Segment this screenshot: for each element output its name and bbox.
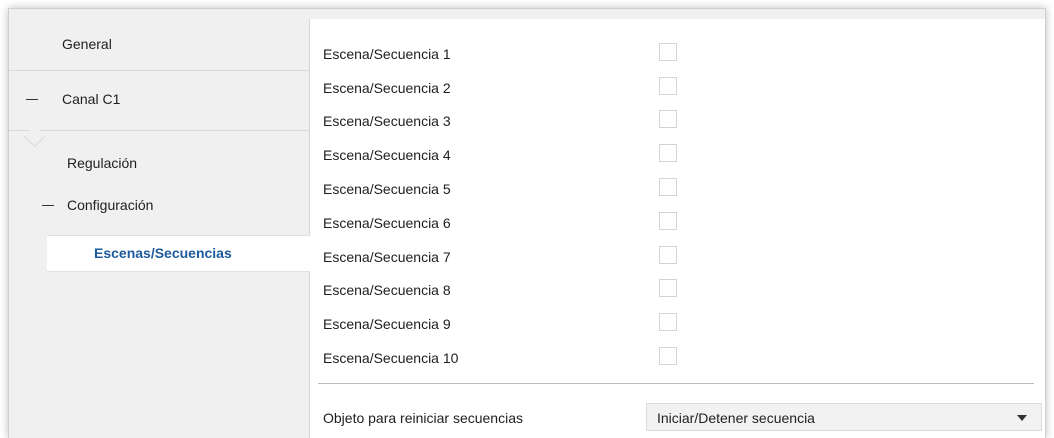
scene-row: Escena/Secuencia 5 — [323, 178, 1023, 202]
scene-checkbox[interactable] — [659, 43, 677, 61]
scene-label: Escena/Secuencia 10 — [323, 350, 459, 366]
scene-checkbox[interactable] — [659, 347, 677, 365]
scene-row: Escena/Secuencia 7 — [323, 246, 1023, 270]
scene-checkbox[interactable] — [659, 279, 677, 297]
sidebar-item-label: General — [62, 36, 112, 52]
scene-row: Escena/Secuencia 4 — [323, 144, 1023, 168]
parameters-window: General Canal C1 Regulación Configuració… — [8, 8, 1046, 438]
scene-checkbox[interactable] — [659, 144, 677, 162]
scene-label: Escena/Secuencia 8 — [323, 282, 451, 298]
scene-checkbox[interactable] — [659, 246, 677, 264]
chevron-down-icon — [1017, 415, 1027, 421]
scene-checkbox[interactable] — [659, 212, 677, 230]
sidebar-item-general[interactable]: General — [9, 19, 309, 69]
collapse-icon[interactable] — [42, 205, 54, 206]
scene-checkbox[interactable] — [659, 313, 677, 331]
scene-row: Escena/Secuencia 8 — [323, 279, 1023, 303]
scene-label: Escena/Secuencia 6 — [323, 215, 451, 231]
scene-row: Escena/Secuencia 3 — [323, 110, 1023, 134]
scene-label: Escena/Secuencia 9 — [323, 316, 451, 332]
scene-label: Escena/Secuencia 5 — [323, 181, 451, 197]
window-top-bar — [9, 9, 1045, 19]
divider — [318, 383, 1034, 384]
scene-label: Escena/Secuencia 7 — [323, 249, 451, 265]
scene-label: Escena/Secuencia 4 — [323, 147, 451, 163]
sidebar: General Canal C1 Regulación Configuració… — [9, 19, 310, 438]
scene-checkbox[interactable] — [659, 77, 677, 95]
sidebar-item-canal-c1[interactable]: Canal C1 — [9, 71, 309, 127]
dropdown-value: Iniciar/Detener secuencia — [657, 410, 815, 426]
sidebar-item-configuracion[interactable]: Configuración — [9, 187, 309, 223]
collapse-icon[interactable] — [26, 99, 38, 100]
sidebar-item-label: Canal C1 — [62, 91, 121, 107]
scene-row: Escena/Secuencia 1 — [323, 43, 1023, 67]
sidebar-item-escenas-secuencias[interactable]: Escenas/Secuencias — [47, 235, 310, 272]
reset-object-label: Objeto para reiniciar secuencias — [323, 410, 523, 426]
scene-row: Escena/Secuencia 2 — [323, 77, 1023, 101]
scene-label: Escena/Secuencia 2 — [323, 80, 451, 96]
scene-row: Escena/Secuencia 9 — [323, 313, 1023, 337]
scene-row: Escena/Secuencia 6 — [323, 212, 1023, 236]
main-panel: Escena/Secuencia 1 Escena/Secuencia 2 Es… — [310, 19, 1045, 438]
divider — [9, 130, 309, 131]
scene-row: Escena/Secuencia 10 — [323, 347, 1023, 371]
sidebar-item-label: Escenas/Secuencias — [94, 245, 232, 261]
scene-label: Escena/Secuencia 1 — [323, 46, 451, 62]
scene-checkbox[interactable] — [659, 110, 677, 128]
reset-object-dropdown[interactable]: Iniciar/Detener secuencia — [646, 403, 1042, 431]
sidebar-item-regulacion[interactable]: Regulación — [9, 145, 309, 181]
sidebar-item-label: Configuración — [67, 197, 154, 213]
sidebar-item-label: Regulación — [67, 155, 138, 171]
scene-checkbox[interactable] — [659, 178, 677, 196]
scene-label: Escena/Secuencia 3 — [323, 113, 451, 129]
